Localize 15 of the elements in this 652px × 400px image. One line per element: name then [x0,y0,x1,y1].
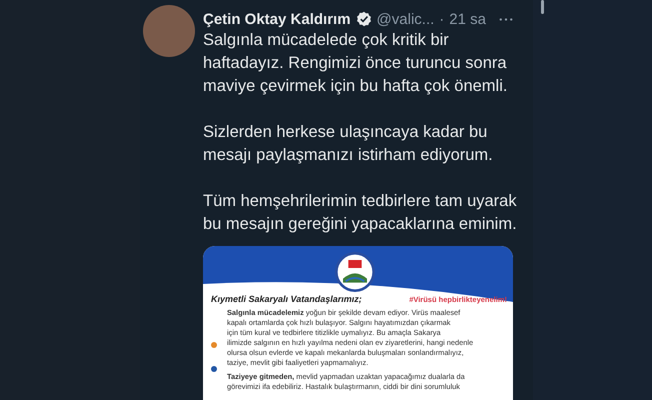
tweet-text: Tüm hemşehrilerimin tedbirlere tam uyarak bu mesajın gereğini yapacaklarına eminim. [203,191,518,235]
timestamp: 21 sa [449,10,486,28]
separator: · [439,10,444,28]
scrollbar[interactable] [541,0,544,14]
more-icon[interactable] [499,16,513,22]
tweet-text: Salgınla mücadelede çok kritik bir haftadayız. Rengimizi önce turuncu sonra maviye çevirmek için bu hafta çok önemli. [203,30,508,97]
timeline-marker-icon [211,342,217,348]
timeline-marker-icon [211,366,217,372]
image-attachment[interactable] [203,246,513,400]
avatar[interactable] [143,5,195,57]
greeting-text: Kıymetli Sakaryalı Vatandaşlarımız; [211,294,362,304]
tweet-text: Sizlerden herkese ulaşıncaya kadar bu mesajı paylaşmanızı istirham ediyorum. [203,122,494,166]
author-name[interactable]: Çetin Oktay Kaldırım [203,10,351,28]
emblem-icon [335,252,375,292]
user-handle: @valic... [376,10,434,28]
